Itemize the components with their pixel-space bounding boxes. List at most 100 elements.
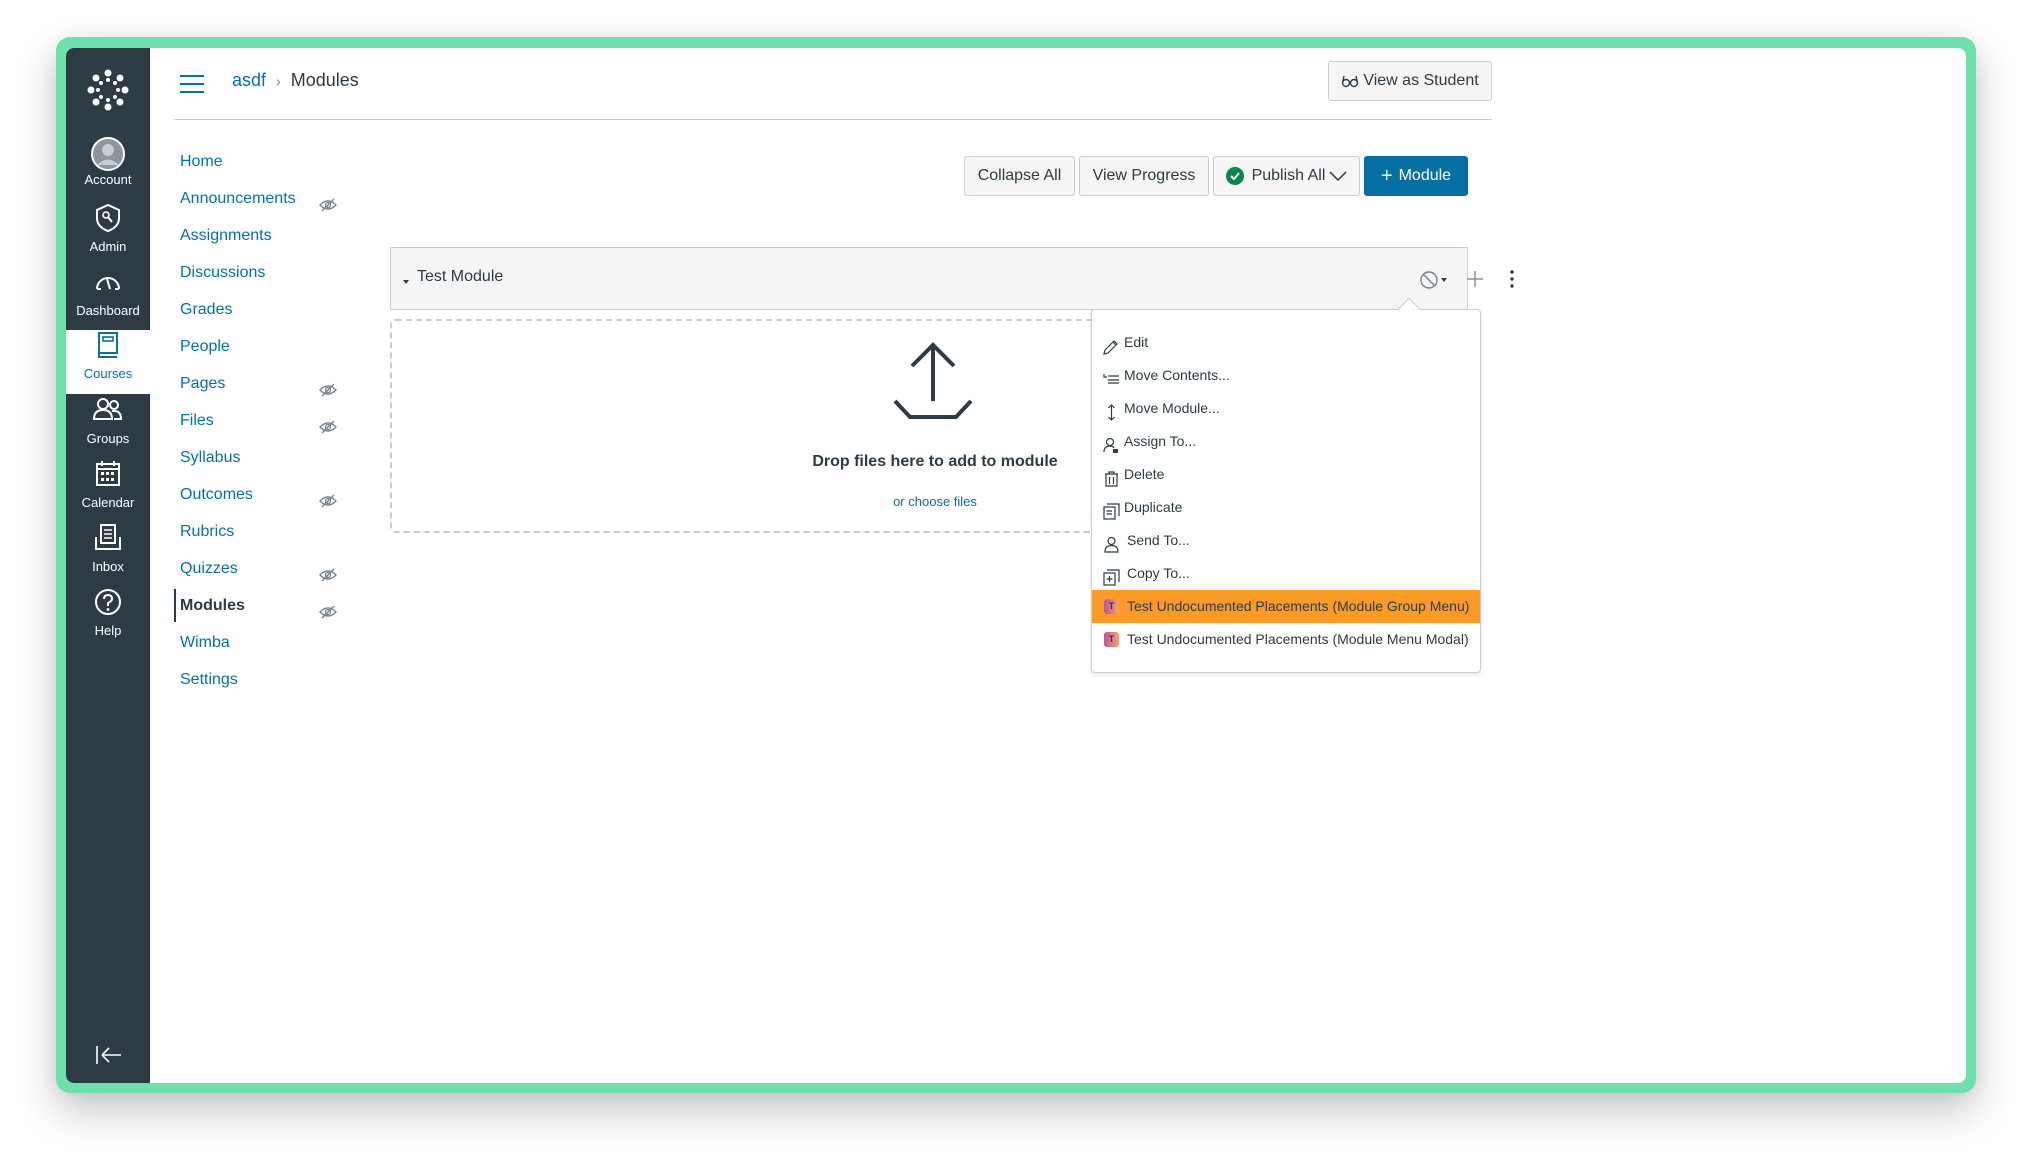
question-circle-icon [66,587,150,623]
speedometer-icon [66,267,150,303]
users-icon [66,395,150,431]
eye-slash-icon [319,190,337,212]
course-nav-assignments[interactable]: Assignments [174,217,334,254]
menu-item-label: Move Module... [1124,400,1220,416]
nav-courses[interactable]: Courses [66,330,150,394]
menu-item-edit[interactable]: Edit [1092,326,1480,359]
inbox-icon [66,523,150,559]
course-nav-label: Assignments [180,227,272,244]
course-nav-rubrics[interactable]: Rubrics [174,513,334,550]
course-nav-outcomes[interactable]: Outcomes [174,476,337,513]
upload-icon [891,341,975,423]
course-nav: Home Announcements Assignments Discussio… [174,143,337,698]
menu-item-move-contents[interactable]: Move Contents... [1092,359,1480,392]
eye-slash-icon [319,375,337,397]
hamburger-line [180,75,204,77]
menu-item-move-module[interactable]: Move Module... [1092,392,1480,425]
nav-help-label: Help [94,623,122,638]
course-nav-label: Outcomes [180,486,253,503]
add-module-button[interactable]: + Module [1364,156,1468,196]
course-nav-home[interactable]: Home [174,143,334,180]
nav-inbox[interactable]: Inbox [66,523,150,587]
add-item-icon[interactable] [1464,268,1486,290]
module-options-menu: Edit Move Contents... Move Module... Ass… [1091,297,1481,673]
move-updown-icon [1103,400,1120,421]
unpublished-icon[interactable] [1419,269,1451,291]
course-nav-label: Grades [180,301,233,318]
course-nav-label: Syllabus [180,449,241,466]
collapse-nav-icon[interactable] [94,1043,124,1067]
course-nav-label: Quizzes [180,560,238,577]
menu-item-duplicate[interactable]: Duplicate [1092,491,1480,524]
nav-calendar-label: Calendar [81,495,135,510]
course-menu-toggle[interactable] [180,75,204,95]
course-nav-wimba[interactable]: Wimba [174,624,334,661]
course-nav-modules[interactable]: Modules [174,587,337,624]
course-nav-label: Files [180,412,214,429]
nav-groups[interactable]: Groups [66,395,150,459]
menu-list: Edit Move Contents... Move Module... Ass… [1092,326,1480,656]
course-nav-discussions[interactable]: Discussions [174,254,334,291]
nav-help[interactable]: Help [66,587,150,651]
menu-item-label: Test Undocumented Placements (Module Gro… [1127,598,1470,614]
kebab-menu-icon[interactable] [1501,268,1523,290]
menu-item-assign-to[interactable]: Assign To... [1092,425,1480,458]
eye-slash-icon [319,597,337,619]
caret-down-icon[interactable] [401,274,411,284]
global-nav: Account Admin Dashboard Courses Groups C… [66,48,150,1083]
nav-account[interactable]: Account [66,136,150,200]
nav-groups-label: Groups [86,431,130,446]
header-divider [174,119,1492,120]
publish-all-button[interactable]: Publish All [1213,156,1360,196]
menu-item-tool-group-menu[interactable]: T Test Undocumented Placements (Module G… [1092,590,1480,623]
menu-item-label: Delete [1124,466,1165,482]
app-screen: Account Admin Dashboard Courses Groups C… [66,48,1966,1083]
eye-slash-icon [319,412,337,434]
menu-item-label: Assign To... [1124,433,1197,449]
add-module-label: Module [1398,167,1452,184]
menu-item-copy-to[interactable]: Copy To... [1092,557,1480,590]
nav-dashboard-label: Dashboard [76,303,140,318]
menu-item-label: Move Contents... [1124,367,1230,383]
view-progress-button[interactable]: View Progress [1079,156,1209,196]
plus-icon: + [1380,164,1393,187]
breadcrumb-separator: › [276,72,281,89]
hamburger-line [180,83,204,85]
breadcrumb-course-link[interactable]: asdf [232,70,266,91]
menu-item-label: Copy To... [1127,565,1190,581]
window-frame: Account Admin Dashboard Courses Groups C… [56,37,1976,1093]
module-title[interactable]: Test Module [417,268,503,286]
course-nav-files[interactable]: Files [174,402,337,439]
course-nav-syllabus[interactable]: Syllabus [174,439,334,476]
duplicate-icon [1103,499,1120,520]
menu-item-label: Test Undocumented Placements (Module Men… [1127,631,1469,647]
course-nav-pages[interactable]: Pages [174,365,337,402]
calendar-icon [66,459,150,495]
course-nav-grades[interactable]: Grades [174,291,334,328]
collapse-all-button[interactable]: Collapse All [964,156,1075,196]
course-nav-label: Rubrics [180,523,235,540]
nav-admin[interactable]: Admin [66,203,150,267]
publish-all-label: Publish All [1251,167,1326,184]
menu-item-label: Edit [1124,334,1149,350]
menu-item-delete[interactable]: Delete [1092,458,1480,491]
module-header: Test Module [390,247,1514,310]
lti-tool-icon: T [1104,632,1119,647]
published-check-icon [1225,167,1244,185]
nav-calendar[interactable]: Calendar [66,459,150,523]
nav-dashboard[interactable]: Dashboard [66,267,150,331]
course-nav-settings[interactable]: Settings [174,661,334,698]
menu-item-tool-menu-modal[interactable]: T Test Undocumented Placements (Module M… [1092,623,1480,656]
menu-item-send-to[interactable]: Send To... [1092,524,1480,557]
hamburger-line [180,91,204,93]
course-nav-quizzes[interactable]: Quizzes [174,550,337,587]
glasses-icon [1341,74,1359,88]
course-nav-announcements[interactable]: Announcements [174,180,337,217]
course-nav-label: Pages [180,375,226,392]
course-nav-label: Home [180,153,223,170]
view-as-student-button[interactable]: View as Student [1328,61,1492,101]
pencil-icon [1103,334,1120,355]
canvas-logo-icon[interactable] [86,68,130,112]
course-nav-label: Discussions [180,264,266,281]
course-nav-people[interactable]: People [174,328,334,365]
